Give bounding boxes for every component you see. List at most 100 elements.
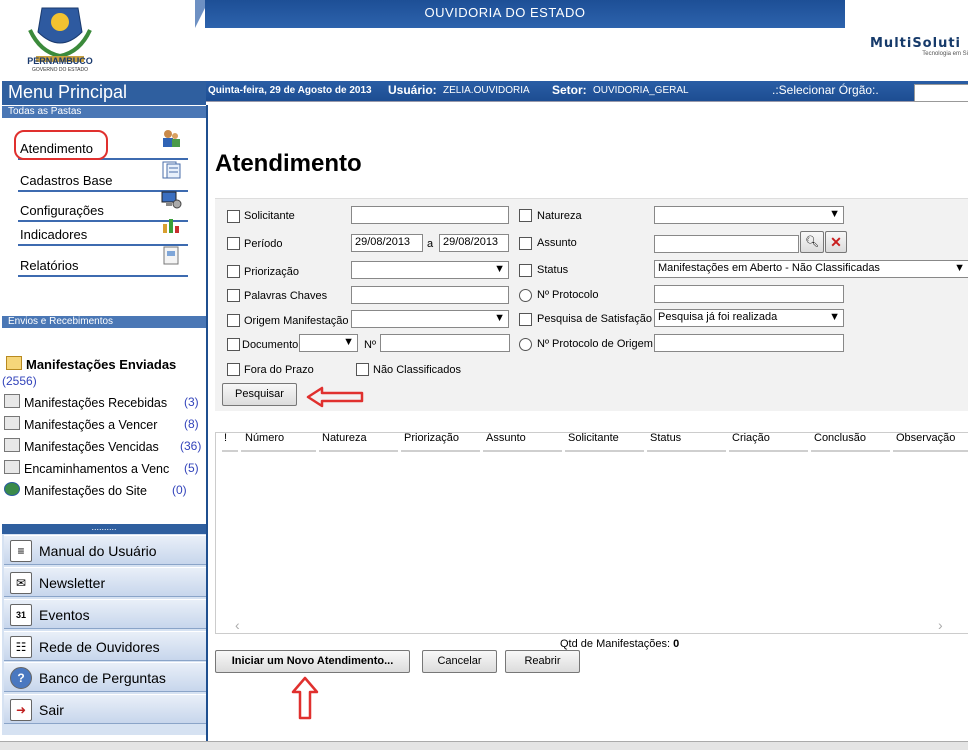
sidebar-item-label: Configurações [20, 203, 104, 218]
periodo-checkbox[interactable] [227, 237, 240, 250]
priorizacao-label: Priorização [244, 266, 300, 278]
nao-classificados-checkbox[interactable] [356, 363, 369, 376]
sidebar-item-encaminhamentos[interactable]: Encaminhamentos a Venc [4, 460, 169, 476]
column-divider [565, 450, 644, 452]
column-header[interactable]: Assunto [486, 432, 526, 444]
org-select[interactable] [914, 84, 968, 102]
sidebar-item-cadastros-base[interactable]: Cadastros Base [18, 161, 188, 192]
periodo-end-input[interactable]: 29/08/2013 [439, 234, 509, 252]
origem-checkbox[interactable] [227, 314, 240, 327]
palavras-chaves-checkbox[interactable] [227, 289, 240, 302]
column-header[interactable]: Criação [732, 432, 770, 444]
search-icon: 🔍︎ [805, 236, 819, 248]
cancelar-button[interactable]: Cancelar [422, 650, 497, 673]
assunto-clear-button[interactable]: ✕ [825, 231, 847, 253]
status-select-value: Manifestações em Aberto - Não Classifica… [658, 262, 880, 274]
scroll-right-icon[interactable]: › [938, 617, 943, 633]
protocolo-origem-label: Nº Protocolo de Origem [537, 338, 653, 350]
solicitante-input[interactable] [351, 206, 509, 224]
palavras-chaves-input[interactable] [351, 286, 509, 304]
palavras-chaves-label: Palavras Chaves [244, 290, 328, 302]
chevron-down-icon: ▼ [829, 311, 840, 323]
protocolo-input[interactable] [654, 285, 844, 303]
current-date: Quinta-feira, 29 de Agosto de 2013 [208, 85, 372, 96]
sidebar-item-a-vencer[interactable]: Manifestações a Vencer [4, 416, 157, 432]
chevron-down-icon: ▼ [829, 208, 840, 220]
assunto-search-button[interactable]: 🔍︎ [800, 231, 824, 253]
sidebar-item-site[interactable]: Manifestações do Site [4, 482, 147, 498]
solicitante-checkbox[interactable] [227, 210, 240, 223]
newsletter-icon: ✉ [10, 572, 32, 594]
envio-label: Manifestações a Vencer [24, 418, 158, 432]
status-select[interactable]: Manifestações em Aberto - Não Classifica… [654, 260, 968, 278]
protocolo-origem-radio[interactable] [519, 338, 532, 351]
solicitante-label: Solicitante [244, 210, 295, 222]
envio-count: (36) [180, 439, 202, 453]
origem-select[interactable]: ▼ [351, 310, 509, 328]
org-label: .:Selecionar Órgão:. [772, 83, 879, 97]
state-name: PERNAMBUCO [27, 56, 93, 66]
pesquisa-checkbox[interactable] [519, 313, 532, 326]
exit-icon: ➜ [10, 699, 32, 721]
banco-label: Banco de Perguntas [39, 670, 166, 686]
user-value: ZELIA.OUVIDORIA [443, 85, 530, 96]
assunto-checkbox[interactable] [519, 237, 532, 250]
reabrir-button[interactable]: Reabrir [505, 650, 580, 673]
envio-count: (5) [184, 461, 199, 475]
natureza-checkbox[interactable] [519, 209, 532, 222]
eventos-button[interactable]: 31 Eventos [4, 599, 206, 629]
menu-title: Menu Principal [8, 82, 128, 102]
pernambuco-logo: PERNAMBUCO GOVERNO DO ESTADO [20, 2, 100, 78]
sidebar-item-indicadores[interactable]: Indicadores [18, 219, 188, 246]
periodo-separator: a [427, 238, 434, 250]
assunto-label: Assunto [537, 237, 577, 249]
sidebar-item-recebidas[interactable]: Manifestações Recebidas [4, 394, 167, 410]
pesquisar-button[interactable]: Pesquisar [222, 383, 297, 406]
pesquisa-select[interactable]: Pesquisa já foi realizada ▼ [654, 309, 844, 327]
chevron-down-icon: ▼ [494, 263, 505, 275]
envelope-icon [4, 460, 20, 474]
qtd-manifestacoes: Qtd de Manifestações: 0 [560, 638, 679, 650]
assunto-input[interactable] [654, 235, 799, 253]
documento-label: Documento [242, 339, 299, 351]
column-header[interactable]: Priorização [404, 432, 459, 444]
status-checkbox[interactable] [519, 264, 532, 277]
scroll-left-icon[interactable]: ‹ [235, 617, 240, 633]
eventos-label: Eventos [39, 607, 90, 623]
newsletter-button[interactable]: ✉ Newsletter [4, 567, 206, 597]
header-title: OUVIDORIA DO ESTADO [424, 5, 586, 20]
natureza-select[interactable]: ▼ [654, 206, 844, 224]
report-icon [160, 245, 182, 265]
column-divider [222, 450, 238, 452]
envelope-icon [4, 394, 20, 408]
periodo-start-input[interactable]: 29/08/2013 [351, 234, 423, 252]
question-icon: ? [10, 667, 32, 689]
column-header[interactable]: Número [245, 432, 284, 444]
banco-perguntas-button[interactable]: ? Banco de Perguntas [4, 662, 206, 692]
bar-chart-icon [160, 214, 182, 234]
sair-button[interactable]: ➜ Sair [4, 694, 206, 724]
novo-atendimento-button[interactable]: Iniciar um Novo Atendimento... [215, 650, 410, 673]
column-header[interactable]: Solicitante [568, 432, 619, 444]
protocolo-radio[interactable] [519, 289, 532, 302]
priorizacao-select[interactable]: ▼ [351, 261, 509, 279]
documento-select[interactable]: ▼ [299, 334, 358, 352]
manual-button[interactable]: ≡ Manual do Usuário [4, 535, 206, 565]
enviadas-count: (2556) [2, 374, 37, 388]
column-header[interactable]: Natureza [322, 432, 367, 444]
priorizacao-checkbox[interactable] [227, 265, 240, 278]
sidebar-item-relatorios[interactable]: Relatórios [18, 246, 188, 277]
protocolo-origem-input[interactable] [654, 334, 844, 352]
origem-label: Origem Manifestação [244, 315, 349, 327]
column-header[interactable]: Observação [896, 432, 955, 444]
sidebar-item-enviadas[interactable]: Manifestações Enviadas [6, 356, 176, 372]
numero-input[interactable] [380, 334, 510, 352]
column-header[interactable]: Conclusão [814, 432, 866, 444]
annotation-arrow-up [291, 676, 319, 720]
documento-checkbox[interactable] [227, 338, 240, 351]
column-header[interactable]: Status [650, 432, 681, 444]
rede-ouvidores-button[interactable]: ☷ Rede de Ouvidores [4, 631, 206, 661]
fora-prazo-checkbox[interactable] [227, 363, 240, 376]
sidebar-item-vencidas[interactable]: Manifestações Vencidas [4, 438, 159, 454]
column-header[interactable]: ! [224, 432, 227, 444]
